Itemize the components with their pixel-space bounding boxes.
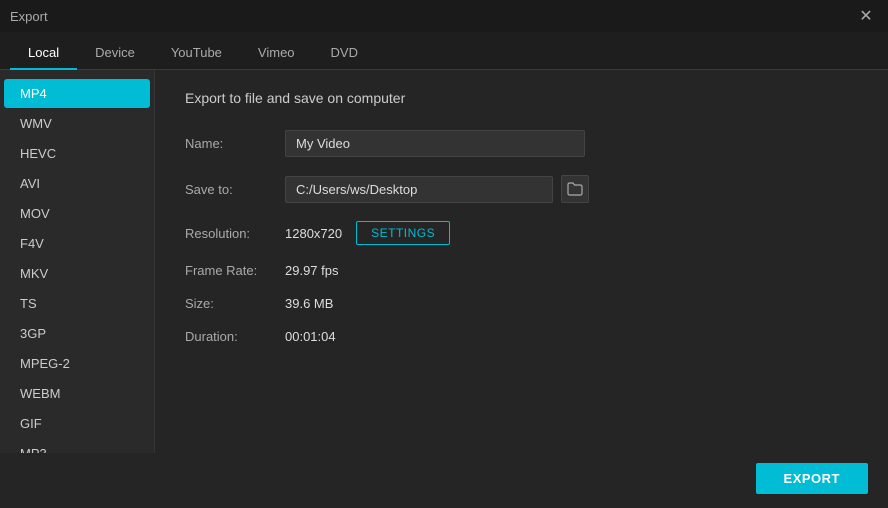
duration-row: Duration: 00:01:04: [185, 329, 858, 344]
save-to-label: Save to:: [185, 182, 285, 197]
close-button[interactable]: ✕: [854, 4, 878, 28]
tab-youtube[interactable]: YouTube: [153, 37, 240, 70]
format-item-wmv[interactable]: WMV: [4, 109, 150, 138]
export-button[interactable]: EXPORT: [756, 463, 868, 494]
save-to-row: Save to:: [185, 175, 858, 203]
frame-rate-label: Frame Rate:: [185, 263, 285, 278]
format-item-mov[interactable]: MOV: [4, 199, 150, 228]
window-title: Export: [10, 9, 48, 24]
size-label: Size:: [185, 296, 285, 311]
tab-local[interactable]: Local: [10, 37, 77, 70]
panel-title: Export to file and save on computer: [185, 90, 858, 106]
frame-rate-value: 29.97 fps: [285, 263, 339, 278]
format-item-mkv[interactable]: MKV: [4, 259, 150, 288]
tab-vimeo[interactable]: Vimeo: [240, 37, 313, 70]
resolution-value: 1280x720: [285, 226, 342, 241]
format-item-hevc[interactable]: HEVC: [4, 139, 150, 168]
export-window: Export ✕ Local Device YouTube Vimeo DVD …: [0, 0, 888, 508]
tab-bar: Local Device YouTube Vimeo DVD: [0, 32, 888, 70]
format-item-gif[interactable]: GIF: [4, 409, 150, 438]
duration-value: 00:01:04: [285, 329, 336, 344]
size-value: 39.6 MB: [285, 296, 333, 311]
browse-folder-button[interactable]: [561, 175, 589, 203]
content-area: MP4 WMV HEVC AVI MOV F4V MKV TS 3GP MPEG…: [0, 70, 888, 453]
tab-device[interactable]: Device: [77, 37, 153, 70]
title-bar: Export ✕: [0, 0, 888, 32]
resolution-label: Resolution:: [185, 226, 285, 241]
size-row: Size: 39.6 MB: [185, 296, 858, 311]
main-panel: Export to file and save on computer Name…: [155, 70, 888, 453]
name-row: Name:: [185, 130, 858, 157]
frame-rate-row: Frame Rate: 29.97 fps: [185, 263, 858, 278]
name-input[interactable]: [285, 130, 585, 157]
duration-label: Duration:: [185, 329, 285, 344]
format-item-ts[interactable]: TS: [4, 289, 150, 318]
format-item-mp3[interactable]: MP3: [4, 439, 150, 453]
sidebar: MP4 WMV HEVC AVI MOV F4V MKV TS 3GP MPEG…: [0, 70, 155, 453]
resolution-row: Resolution: 1280x720 SETTINGS: [185, 221, 858, 245]
format-item-webm[interactable]: WEBM: [4, 379, 150, 408]
format-item-3gp[interactable]: 3GP: [4, 319, 150, 348]
format-item-avi[interactable]: AVI: [4, 169, 150, 198]
folder-icon: [567, 182, 583, 196]
path-input[interactable]: [285, 176, 553, 203]
format-item-f4v[interactable]: F4V: [4, 229, 150, 258]
settings-button[interactable]: SETTINGS: [356, 221, 450, 245]
path-row: [285, 175, 589, 203]
format-item-mp4[interactable]: MP4: [4, 79, 150, 108]
resolution-row-inner: 1280x720 SETTINGS: [285, 221, 450, 245]
format-item-mpeg2[interactable]: MPEG-2: [4, 349, 150, 378]
name-label: Name:: [185, 136, 285, 151]
bottom-bar: EXPORT: [0, 453, 888, 508]
tab-dvd[interactable]: DVD: [313, 37, 376, 70]
